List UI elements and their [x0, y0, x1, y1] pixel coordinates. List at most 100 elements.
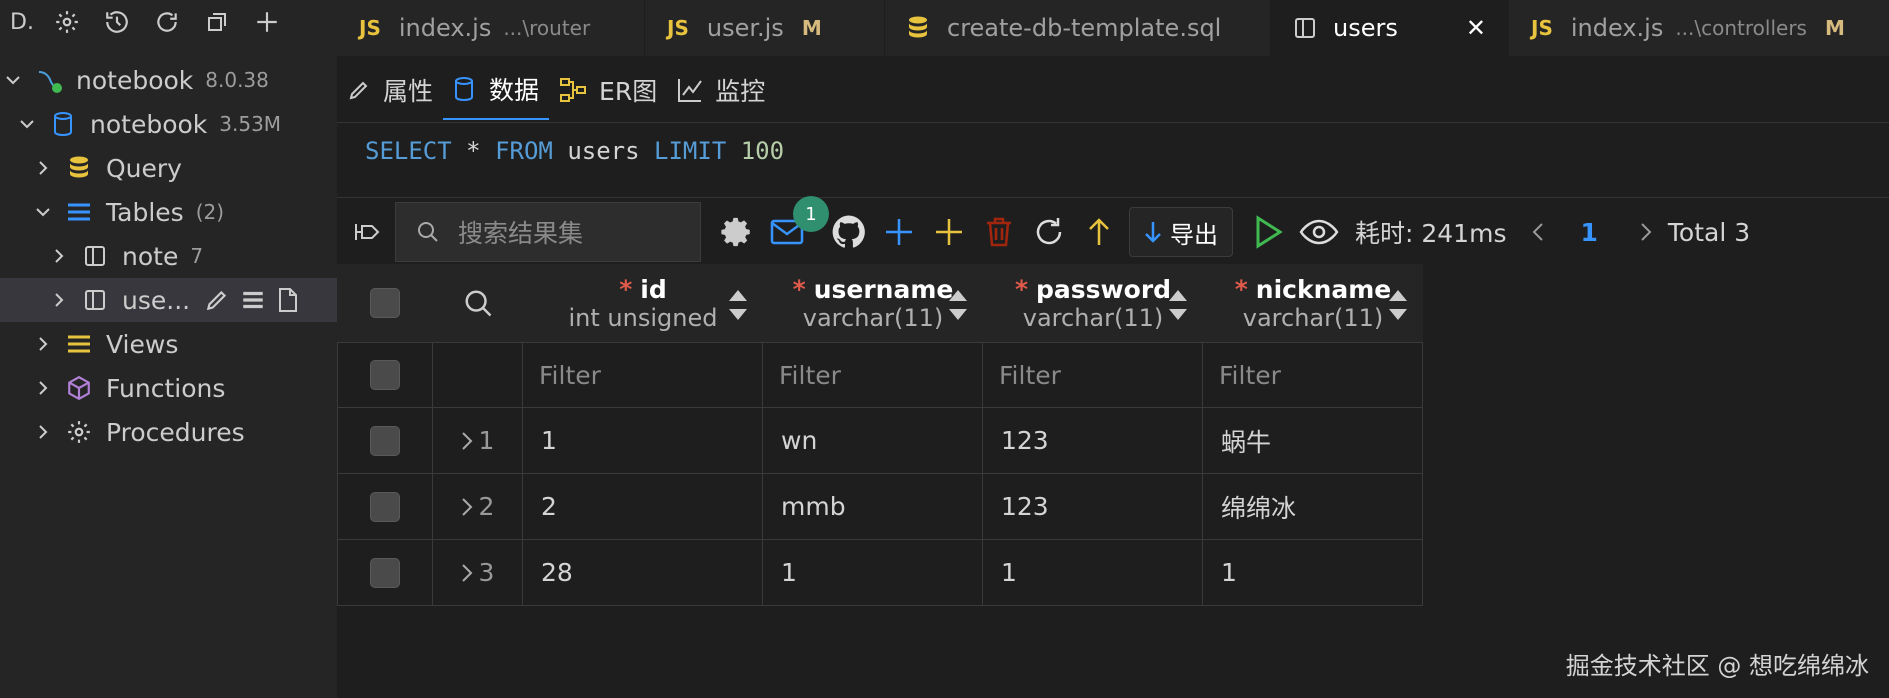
tree-item-table-note[interactable]: note 7: [0, 234, 337, 278]
tab-er-diagram[interactable]: ER图: [549, 60, 667, 120]
sort-icon[interactable]: [1387, 288, 1409, 328]
table-cell[interactable]: 28: [523, 540, 763, 606]
table-cell[interactable]: 123: [983, 474, 1203, 540]
list-icon[interactable]: [240, 287, 266, 313]
filter-input-password[interactable]: Filter: [983, 342, 1203, 408]
tree-item-label: Functions: [106, 373, 226, 403]
tab-label: 监控: [715, 77, 766, 106]
filter-input-id[interactable]: Filter: [523, 342, 763, 408]
delete-icon[interactable]: [977, 210, 1021, 254]
tree-item-tables[interactable]: Tables (2): [0, 190, 337, 234]
sort-icon[interactable]: [947, 288, 969, 328]
chevron-down-icon[interactable]: [32, 201, 54, 223]
chevron-down-icon[interactable]: [16, 113, 38, 135]
row-checkbox[interactable]: [370, 360, 400, 390]
tree-item-label: note: [122, 241, 179, 271]
chevron-right-icon[interactable]: [48, 289, 70, 311]
chevron-left-icon[interactable]: [1516, 210, 1560, 254]
column-header-nickname[interactable]: * nickname varchar(11): [1203, 264, 1423, 342]
table-cell[interactable]: 123: [983, 408, 1203, 474]
reload-icon[interactable]: [1027, 210, 1071, 254]
chevron-right-icon[interactable]: [48, 245, 70, 267]
table-cell[interactable]: wn: [763, 408, 983, 474]
run-icon[interactable]: [1247, 210, 1291, 254]
column-header-password[interactable]: * password varchar(11): [983, 264, 1203, 342]
row-expander[interactable]: 1: [433, 408, 523, 474]
github-icon[interactable]: [827, 210, 871, 254]
table-cell[interactable]: 1: [1203, 540, 1423, 606]
editor-tabs: JS index.js ...\router JS user.js M crea…: [337, 0, 1889, 56]
sort-icon[interactable]: [727, 288, 749, 328]
result-search-input[interactable]: 搜索结果集: [395, 202, 701, 262]
add-connection-icon[interactable]: [250, 5, 284, 39]
close-icon[interactable]: ✕: [1466, 14, 1486, 42]
settings-icon[interactable]: [50, 5, 84, 39]
views-icon: [64, 329, 94, 359]
search-icon[interactable]: [463, 288, 493, 318]
tree-item-database[interactable]: notebook 3.53M: [0, 102, 337, 146]
tab-index-controllers[interactable]: JS index.js ...\controllers M: [1509, 0, 1889, 56]
chevron-right-icon: [461, 563, 473, 583]
page-number[interactable]: 1: [1580, 218, 1597, 247]
tree-item-procedures[interactable]: Procedures: [0, 410, 337, 454]
export-button[interactable]: 导出: [1129, 207, 1233, 257]
tab-data[interactable]: 数据: [443, 60, 550, 120]
file-icon[interactable]: [276, 287, 300, 313]
table-cell[interactable]: 1: [523, 408, 763, 474]
chevron-down-icon[interactable]: [2, 69, 24, 91]
search-icon: [416, 220, 440, 244]
tab-properties[interactable]: 属性: [337, 60, 443, 120]
tab-user-js[interactable]: JS user.js M: [645, 0, 885, 56]
tree-item-query[interactable]: Query: [0, 146, 337, 190]
tree-item-functions[interactable]: Functions: [0, 366, 337, 410]
row-checkbox[interactable]: [370, 557, 400, 588]
mail-icon[interactable]: 1: [765, 196, 829, 254]
sort-icon[interactable]: [1167, 288, 1189, 328]
table-cell[interactable]: 蜗牛: [1203, 408, 1423, 474]
tab-index-router[interactable]: JS index.js ...\router: [337, 0, 645, 56]
add-row-icon[interactable]: [877, 210, 921, 254]
tab-users[interactable]: users ✕: [1271, 0, 1509, 56]
table-cell[interactable]: 2: [523, 474, 763, 540]
tab-label: ER图: [599, 77, 658, 106]
collapse-all-icon[interactable]: [200, 5, 234, 39]
table-cell[interactable]: 绵绵冰: [1203, 474, 1423, 540]
sql-editor[interactable]: SELECT * FROM users LIMIT 100: [337, 122, 1889, 198]
tree-item-connection[interactable]: notebook 8.0.38: [0, 58, 337, 102]
table-cell[interactable]: 1: [763, 540, 983, 606]
history-icon[interactable]: [100, 5, 134, 39]
tree-item-label: Query: [106, 153, 182, 183]
edit-icon[interactable]: [204, 287, 230, 313]
column-header-id[interactable]: * id int unsigned: [523, 264, 763, 342]
tree-item-label: use...: [122, 285, 191, 315]
tab-monitor[interactable]: 监控: [667, 60, 775, 120]
chevron-right-icon[interactable]: [1624, 210, 1668, 254]
filter-input-nickname[interactable]: Filter: [1203, 342, 1423, 408]
chevron-right-icon[interactable]: [32, 333, 54, 355]
row-checkbox[interactable]: [370, 491, 400, 522]
tree-item-views[interactable]: Views: [0, 322, 337, 366]
table-cell[interactable]: 1: [983, 540, 1203, 606]
column-header-username[interactable]: * username varchar(11): [763, 264, 983, 342]
select-all-checkbox[interactable]: [370, 288, 400, 318]
filter-input-username[interactable]: Filter: [763, 342, 983, 408]
required-marker: *: [792, 274, 806, 304]
table-cell[interactable]: mmb: [763, 474, 983, 540]
tree-item-label: Procedures: [106, 417, 245, 447]
sidebar-toolbar: D...: [0, 0, 337, 44]
row-expander[interactable]: 3: [433, 540, 523, 606]
refresh-icon[interactable]: [150, 5, 184, 39]
chevron-right-icon[interactable]: [32, 157, 54, 179]
chevron-right-icon[interactable]: [32, 421, 54, 443]
tab-create-db-template[interactable]: create-db-template.sql: [885, 0, 1271, 56]
add-column-icon[interactable]: [927, 210, 971, 254]
modified-indicator: M: [1824, 16, 1845, 40]
eye-icon[interactable]: [1297, 210, 1341, 254]
pin-icon[interactable]: [353, 218, 383, 246]
tree-item-table-users[interactable]: use...: [0, 278, 337, 322]
row-expander[interactable]: 2: [433, 474, 523, 540]
row-checkbox[interactable]: [370, 425, 400, 456]
arrow-up-icon[interactable]: [1077, 210, 1121, 254]
gear-icon[interactable]: [715, 210, 759, 254]
chevron-right-icon[interactable]: [32, 377, 54, 399]
